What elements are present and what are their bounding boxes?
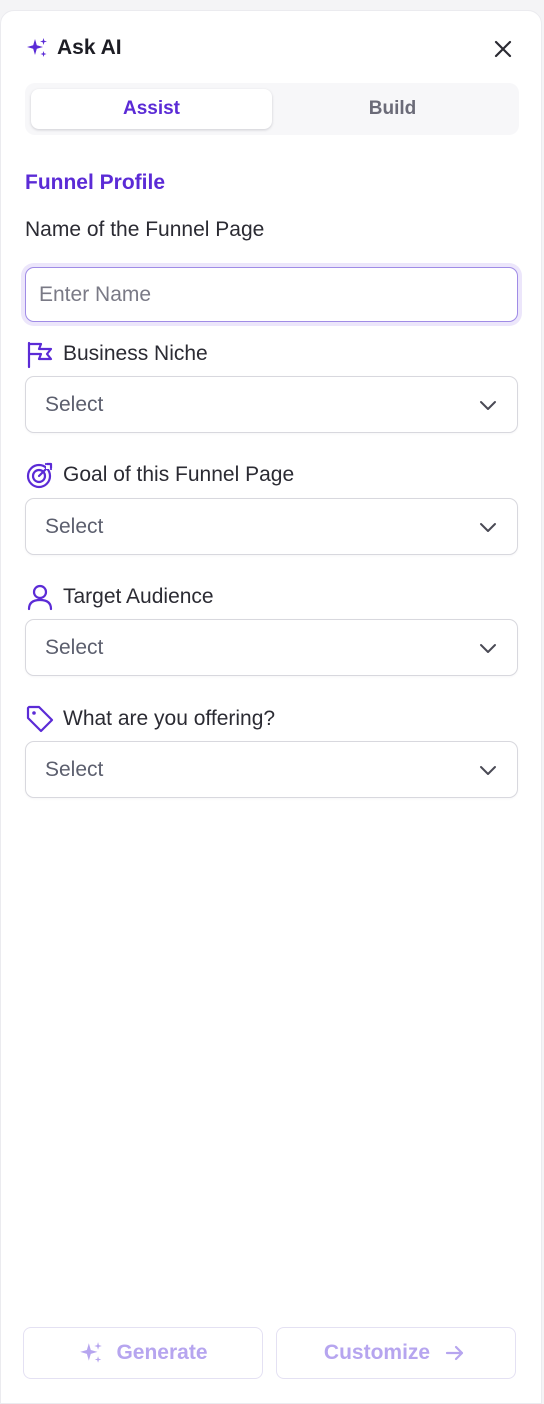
chevron-down-icon <box>480 522 496 532</box>
target-audience-select[interactable]: Select <box>25 619 518 676</box>
generate-button-label: Generate <box>116 1341 208 1364</box>
customize-button-label: Customize <box>323 1341 431 1364</box>
offering-value: Select <box>45 757 104 781</box>
close-icon <box>494 40 512 58</box>
target-audience-label-text: Target Audience <box>63 585 214 608</box>
goal-label-text: Goal of this Funnel Page <box>63 463 295 486</box>
flag-icon <box>27 341 53 369</box>
chevron-down-icon <box>480 400 496 410</box>
panel-title: Ask AI <box>57 36 122 59</box>
funnel-name-label: Name of the Funnel Page <box>25 218 264 242</box>
tab-build[interactable]: Build <box>272 89 513 129</box>
business-niche-value: Select <box>45 392 104 416</box>
offering-label-text: What are you offering? <box>63 707 276 730</box>
user-icon <box>27 584 53 611</box>
ask-ai-panel: Ask AI Assist Build Funnel Profile Name … <box>0 10 542 1404</box>
offering-label: What are you offering? <box>25 704 275 734</box>
chevron-down-icon <box>480 643 496 653</box>
funnel-name-input[interactable] <box>25 267 518 322</box>
target-icon <box>26 462 54 489</box>
target-audience-label: Target Audience <box>25 582 214 612</box>
tab-assist[interactable]: Assist <box>31 89 272 129</box>
tag-icon <box>26 705 54 733</box>
business-niche-select[interactable]: Select <box>25 376 518 433</box>
sparkles-icon <box>80 1342 103 1363</box>
goal-label: Goal of this Funnel Page <box>25 460 294 490</box>
business-niche-label: Business Niche <box>25 339 208 369</box>
panel-header: Ask AI <box>25 33 517 63</box>
funnel-name-label-text: Name of the Funnel Page <box>25 218 265 241</box>
sparkles-icon <box>27 38 47 57</box>
offering-select[interactable]: Select <box>25 741 518 798</box>
arrow-right-icon <box>445 1345 464 1361</box>
target-audience-value: Select <box>45 635 104 659</box>
chevron-down-icon <box>480 765 496 775</box>
goal-select[interactable]: Select <box>25 498 518 555</box>
business-niche-label-text: Business Niche <box>63 342 208 365</box>
section-title: Funnel Profile <box>25 171 166 194</box>
mode-tabs: Assist Build <box>25 83 519 135</box>
close-button[interactable] <box>489 35 517 63</box>
goal-value: Select <box>45 514 104 538</box>
generate-button[interactable]: Generate <box>23 1327 263 1379</box>
customize-button[interactable]: Customize <box>276 1327 516 1379</box>
